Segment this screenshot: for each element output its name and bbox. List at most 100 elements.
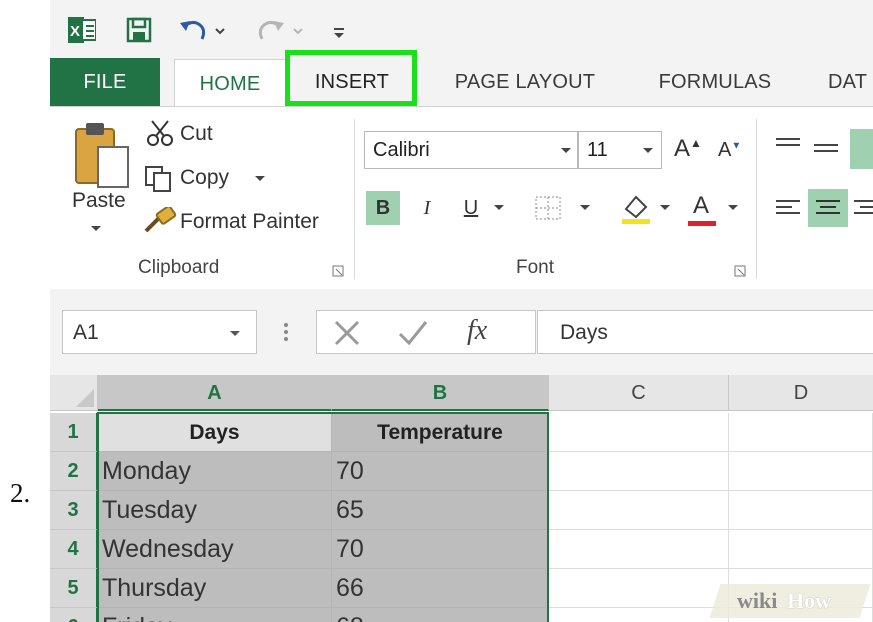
- font-size-box[interactable]: 11: [578, 131, 662, 169]
- italic-button[interactable]: I: [410, 191, 444, 225]
- wikihow-watermark: wiki How: [709, 584, 871, 618]
- cell-c2[interactable]: [549, 452, 729, 491]
- cell-d1[interactable]: [729, 413, 873, 452]
- watermark-wiki-text: wiki: [737, 588, 778, 613]
- cell-c4[interactable]: [549, 530, 729, 569]
- font-name-box[interactable]: Calibri: [364, 131, 578, 169]
- cell-d2[interactable]: [729, 452, 873, 491]
- font-color-button[interactable]: A: [684, 189, 718, 223]
- resize-handle-icon[interactable]: [282, 319, 290, 345]
- paste-button[interactable]: Paste: [72, 189, 126, 213]
- align-right-icon[interactable]: [852, 195, 873, 221]
- top-align-icon[interactable]: [772, 133, 804, 157]
- fill-color-icon[interactable]: [618, 191, 654, 225]
- column-header-a[interactable]: A: [98, 375, 332, 411]
- cell-d4[interactable]: [729, 530, 873, 569]
- align-center-icon: [816, 200, 840, 214]
- svg-text:X: X: [70, 23, 80, 40]
- underline-button[interactable]: U: [454, 191, 488, 225]
- font-name-value: Calibri: [373, 139, 430, 161]
- align-left-icon[interactable]: [772, 195, 804, 221]
- row-header-2[interactable]: 2: [50, 452, 98, 491]
- copy-icon[interactable]: [144, 165, 174, 193]
- borders-icon[interactable]: [534, 195, 562, 221]
- column-header-b[interactable]: B: [332, 375, 549, 411]
- cell-b3[interactable]: 65: [332, 491, 549, 530]
- cell-a6[interactable]: Friday: [98, 608, 332, 622]
- bottom-align-button[interactable]: [850, 129, 873, 169]
- group-separator: [354, 119, 355, 279]
- cell-c3[interactable]: [549, 491, 729, 530]
- format-painter-icon[interactable]: [144, 207, 178, 235]
- undo-icon[interactable]: [178, 17, 228, 43]
- font-color-swatch: [688, 221, 716, 226]
- font-size-value: 11: [587, 139, 608, 161]
- clipboard-group-label: Clipboard: [138, 257, 220, 278]
- formula-input[interactable]: Days: [537, 310, 873, 354]
- paste-dropdown-icon[interactable]: [88, 221, 104, 235]
- cell-b6[interactable]: 68: [332, 608, 549, 622]
- font-group-label: Font: [516, 257, 555, 278]
- increase-font-button[interactable]: A▲: [674, 135, 702, 163]
- excel-logo-icon[interactable]: X: [68, 17, 96, 43]
- cell-a1[interactable]: Days: [98, 413, 332, 452]
- redo-icon[interactable]: [254, 17, 310, 43]
- font-name-dropdown-icon[interactable]: [559, 144, 573, 156]
- copy-button[interactable]: Copy: [180, 166, 229, 190]
- tab-page-layout[interactable]: PAGE LAYOUT: [445, 58, 605, 106]
- select-all-icon: [76, 389, 94, 407]
- font-color-dropdown-icon[interactable]: [726, 201, 740, 213]
- cut-button[interactable]: Cut: [180, 122, 213, 146]
- cell-a2[interactable]: Monday: [98, 452, 332, 491]
- row-header-1[interactable]: 1: [50, 413, 98, 452]
- row-header-4[interactable]: 4: [50, 530, 98, 569]
- insert-function-button[interactable]: fx: [467, 315, 487, 347]
- cancel-icon[interactable]: [333, 319, 361, 347]
- cell-a5[interactable]: Thursday: [98, 569, 332, 608]
- enter-icon[interactable]: [397, 319, 429, 347]
- column-header-d[interactable]: D: [729, 375, 873, 411]
- cell-a4[interactable]: Wednesday: [98, 530, 332, 569]
- cut-icon[interactable]: [146, 119, 174, 147]
- formula-buttons: fx: [316, 310, 536, 354]
- format-painter-button[interactable]: Format Painter: [180, 210, 319, 234]
- copy-dropdown-icon[interactable]: [252, 171, 268, 185]
- excel-window: X FILE HOME INSERT PAGE LAYOUT FORMULAS …: [50, 0, 873, 622]
- tab-data[interactable]: DAT: [828, 58, 873, 106]
- font-launcher-icon[interactable]: [734, 265, 746, 277]
- decrease-font-button[interactable]: A▼: [718, 139, 741, 162]
- borders-dropdown-icon[interactable]: [578, 201, 592, 213]
- clipboard-launcher-icon[interactable]: [332, 265, 344, 277]
- watermark-how-text: How: [787, 588, 831, 613]
- row-header-5[interactable]: 5: [50, 569, 98, 608]
- cell-b1[interactable]: Temperature: [332, 413, 549, 452]
- cell-c5[interactable]: [549, 569, 729, 608]
- cell-a3[interactable]: Tuesday: [98, 491, 332, 530]
- cell-b2[interactable]: 70: [332, 452, 549, 491]
- row-header-6[interactable]: 6: [50, 608, 98, 622]
- cell-c6[interactable]: [549, 608, 729, 622]
- name-box-dropdown-icon[interactable]: [228, 327, 242, 339]
- middle-align-icon[interactable]: [810, 135, 842, 159]
- font-size-dropdown-icon[interactable]: [641, 144, 655, 156]
- customize-qat-icon[interactable]: [332, 17, 346, 43]
- save-icon[interactable]: [126, 17, 152, 43]
- cell-d3[interactable]: [729, 491, 873, 530]
- name-box-value: A1: [73, 321, 99, 344]
- tab-home[interactable]: HOME: [174, 59, 286, 107]
- tab-formulas[interactable]: FORMULAS: [650, 58, 780, 106]
- select-all-corner[interactable]: [50, 375, 98, 411]
- cell-c1[interactable]: [549, 413, 729, 452]
- column-header-c[interactable]: C: [549, 375, 729, 411]
- cell-b4[interactable]: 70: [332, 530, 549, 569]
- row-header-3[interactable]: 3: [50, 491, 98, 530]
- group-separator: [756, 119, 757, 279]
- bold-button[interactable]: B: [366, 191, 400, 225]
- cell-b5[interactable]: 66: [332, 569, 549, 608]
- tab-file[interactable]: FILE: [50, 58, 160, 106]
- underline-dropdown-icon[interactable]: [492, 201, 506, 213]
- paste-icon[interactable]: [72, 119, 132, 191]
- fill-color-dropdown-icon[interactable]: [658, 201, 672, 213]
- name-box[interactable]: A1: [62, 310, 257, 354]
- align-center-button[interactable]: [808, 189, 848, 227]
